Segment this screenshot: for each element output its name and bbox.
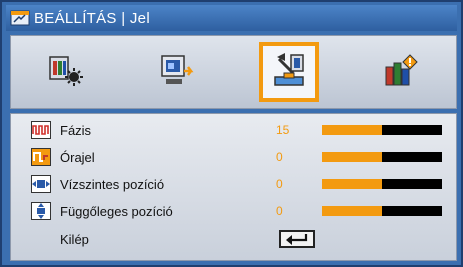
menu-item-label: Fázis (60, 122, 92, 138)
clock-icon (30, 147, 52, 167)
menu-item-clock[interactable]: Órajel 0 (11, 146, 456, 168)
tab-display[interactable] (148, 44, 204, 100)
phase-slider[interactable] (322, 125, 442, 135)
horizontal-position-slider[interactable] (322, 179, 442, 189)
image-settings-icon (48, 53, 84, 92)
slider-fill (322, 152, 382, 162)
menu-item-label: Vízszintes pozíció (60, 176, 165, 192)
enter-key-icon[interactable] (279, 230, 315, 248)
settings-menu-icon (6, 5, 34, 31)
phase-icon (30, 120, 52, 140)
options-settings-icon (383, 53, 419, 92)
tab-options[interactable] (373, 44, 429, 100)
clock-slider[interactable] (322, 152, 442, 162)
menu-item-value: 0 (276, 204, 283, 218)
menu-item-phase[interactable]: Fázis 15 (11, 119, 456, 141)
tab-bar (10, 35, 457, 109)
menu-item-horizontal-position[interactable]: Vízszintes pozíció 0 (11, 173, 456, 195)
page-title: BEÁLLÍTÁS | Jel (34, 9, 150, 27)
setup-settings-icon (271, 51, 307, 94)
exit-label: Kilép (60, 231, 89, 247)
settings-panel: Fázis 15 Órajel 0 Vízszintes pozíció 0 F… (10, 113, 457, 261)
title-bar: BEÁLLÍTÁS | Jel (6, 5, 457, 31)
menu-item-value: 0 (276, 177, 283, 191)
menu-item-label: Órajel (60, 149, 95, 165)
vertical-position-slider[interactable] (322, 206, 442, 216)
tab-image[interactable] (38, 44, 94, 100)
menu-item-value: 15 (276, 123, 290, 137)
osd-menu: BEÁLLÍTÁS | Jel Fázis 15 Órajel 0 Vízszi… (0, 0, 463, 267)
slider-fill (322, 179, 382, 189)
menu-item-value: 0 (276, 150, 283, 164)
slider-fill (322, 125, 382, 135)
vertical-position-icon (30, 201, 52, 221)
slider-fill (322, 206, 382, 216)
horizontal-position-icon (30, 174, 52, 194)
menu-item-exit[interactable]: Kilép (11, 228, 456, 250)
menu-item-vertical-position[interactable]: Függőleges pozíció 0 (11, 200, 456, 222)
menu-item-label: Függőleges pozíció (60, 203, 173, 219)
tab-setup[interactable] (258, 42, 319, 102)
display-settings-icon (158, 53, 194, 92)
